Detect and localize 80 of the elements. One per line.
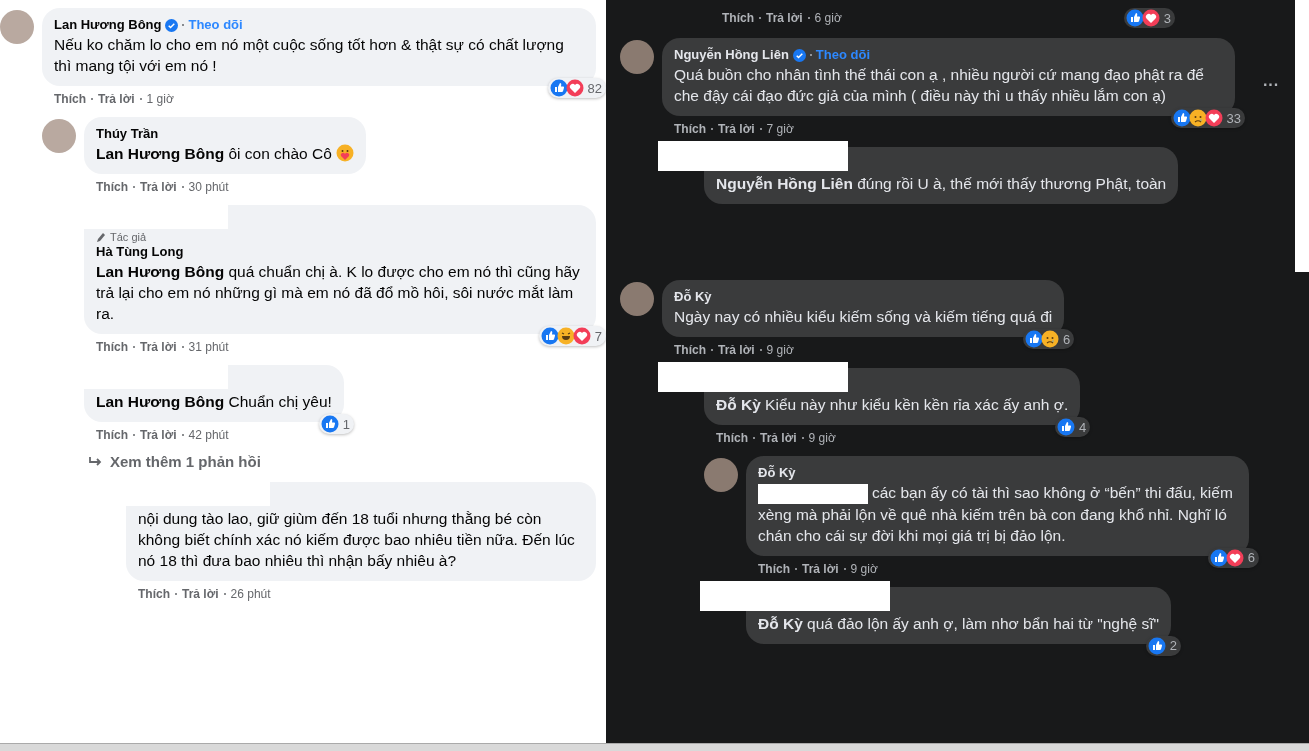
like-reaction-icon xyxy=(549,79,568,97)
comment-text: Lan Hương Bông ôi con chào Cô xyxy=(96,143,354,164)
avatar[interactable] xyxy=(704,458,738,492)
avatar[interactable] xyxy=(620,282,654,316)
author-name[interactable]: Đỗ Kỳ xyxy=(674,288,712,306)
comment-text: Lan Hương Bông Chuẩn chị yêu! xyxy=(96,392,332,412)
timestamp[interactable]: 31 phút xyxy=(188,339,229,355)
like-reaction-icon xyxy=(320,415,339,433)
reply-link[interactable]: Trả lời xyxy=(802,560,839,577)
like-reaction-icon xyxy=(540,327,559,345)
reply-link[interactable]: Trả lời xyxy=(140,179,177,195)
like-reaction-icon xyxy=(1125,9,1144,27)
author-tag: Tác giả xyxy=(110,231,147,243)
pencil-icon xyxy=(96,231,106,243)
author-name[interactable]: Lan Hương Bông xyxy=(54,16,162,34)
like-link[interactable]: Thích xyxy=(138,586,170,602)
comment-text: Đỗ Kỳ quá đảo lộn ấy anh ợ, làm nhơ bẩn hai từ "nghệ sĩ" xyxy=(758,613,1160,634)
timestamp[interactable]: 9 giờ xyxy=(850,560,878,577)
author-name[interactable]: Hà Tùng Long xyxy=(96,243,184,261)
follow-link[interactable]: Theo dõi xyxy=(815,46,870,64)
reaction-badge[interactable]: 7 xyxy=(538,326,606,346)
reply-link[interactable]: Trả lời xyxy=(766,10,803,26)
timestamp[interactable]: 26 phút xyxy=(230,586,271,602)
comment-text: Nguyễn Hồng Liên đúng rồi U à, thế mới thấy thương Phật, toàn xyxy=(716,174,1167,194)
comment-text: Đỗ Kỳ Kiểu này như kiểu kền kền rỉa xác ấy anh ợ. xyxy=(716,395,1069,415)
reply-link[interactable]: Trả lời xyxy=(98,91,135,107)
like-reaction-icon xyxy=(1209,548,1228,567)
like-link[interactable]: Thích xyxy=(96,339,128,355)
reaction-badge[interactable]: 6 xyxy=(1023,329,1075,349)
timestamp[interactable]: 9 giờ xyxy=(808,430,836,446)
reply-link[interactable]: Trả lời xyxy=(760,430,797,446)
comment-text: Quá buồn cho nhân tình thế thái con ạ , nhiều người cứ mang đạo phật ra để che đậy cái đạo đức giả của mình ( điều này thì u thấy nhiều lắm con ạ) xyxy=(674,65,1205,106)
reply-link[interactable]: Trả lời xyxy=(718,121,755,137)
love-reaction-icon xyxy=(1225,548,1244,567)
like-link[interactable]: Thích xyxy=(722,10,754,26)
like-reaction-icon xyxy=(1057,418,1076,436)
timestamp[interactable]: 9 giờ xyxy=(766,342,794,358)
comment-text: các bạn ấy có tài thì sao không ở “bến” thi đấu, kiếm xèng mà phải lộn về quê nhà kiếm trên bà con đang khổ nhỉ. Nghĩ ló chán cho cái sự đời khi mọi giá trị bị đảo lộn. xyxy=(758,482,1234,546)
love-reaction-icon xyxy=(572,327,591,345)
haha-reaction-icon xyxy=(556,327,575,345)
comment-text: Lan Hương Bông quá chuẩn chị à. K lo được cho em nó thì cũng hãy trả lại cho em nó những gì mà em nó đã đổ mồ hôi, sôi nước mắt làm ra. xyxy=(96,262,581,324)
comment-text: Ngày nay có nhiều kiểu kiếm sống và kiếm tiếng quá đi xyxy=(674,307,1053,327)
avatar[interactable] xyxy=(620,40,654,74)
like-reaction-icon xyxy=(1147,636,1166,655)
like-link[interactable]: Thích xyxy=(54,91,86,107)
reaction-badge[interactable]: 1 xyxy=(318,414,354,434)
like-link[interactable]: Thích xyxy=(96,179,128,195)
love-reaction-icon xyxy=(1141,9,1160,27)
author-name[interactable]: Thúy Trần xyxy=(96,125,159,143)
like-reaction-icon xyxy=(1025,330,1043,348)
reply-link[interactable]: Trả lời xyxy=(182,586,219,602)
timestamp[interactable]: 42 phút xyxy=(188,427,229,443)
comment-text: Nếu ko chăm lo cho em nó một cuộc sống tốt hơn & thật sự có chất lượng thì mang tội với em nó ! xyxy=(54,35,565,76)
like-link[interactable]: Thích xyxy=(674,121,706,137)
love-reaction-icon xyxy=(1204,109,1223,127)
reaction-badge[interactable]: 3 xyxy=(1123,8,1175,28)
like-link[interactable]: Thích xyxy=(96,427,128,443)
timestamp[interactable]: 7 giờ xyxy=(766,121,794,137)
comment-text: nội dung tào lao, giữ giùm đến 18 tuổi nhưng thằng bé còn không biết chính xác nó kiếm được bao nhiêu tiền nữa. Đến lúc nó 18 thì đưa bao nhiêu thì nhận bấy nhiêu à? xyxy=(138,509,576,571)
like-link[interactable]: Thích xyxy=(674,342,706,358)
view-more-replies-link[interactable]: Xem thêm 1 phản hồi xyxy=(84,443,261,472)
sad-reaction-icon xyxy=(1188,109,1207,127)
like-link[interactable]: Thích xyxy=(716,430,748,446)
sad-reaction-icon xyxy=(1041,330,1059,348)
author-name[interactable]: Nguyễn Hồng Liên xyxy=(674,46,789,64)
reaction-badge[interactable]: 82 xyxy=(547,78,606,98)
like-reaction-icon xyxy=(1172,109,1191,127)
timestamp[interactable]: 6 giờ xyxy=(814,10,842,26)
reply-link[interactable]: Trả lời xyxy=(718,342,755,358)
like-link[interactable]: Thích xyxy=(758,560,790,577)
love-reaction-icon xyxy=(565,79,584,97)
reaction-badge[interactable]: 4 xyxy=(1055,417,1091,437)
author-name[interactable]: Đỗ Kỳ xyxy=(758,464,796,482)
reply-arrow-icon xyxy=(88,455,102,468)
reaction-badge[interactable]: 33 xyxy=(1170,108,1245,128)
timestamp[interactable]: 30 phút xyxy=(188,179,229,195)
timestamp[interactable]: 1 giờ xyxy=(146,91,174,107)
reply-link[interactable]: Trả lời xyxy=(140,427,177,443)
reply-link[interactable]: Trả lời xyxy=(140,339,177,355)
more-options-button[interactable]: ··· xyxy=(1263,76,1279,94)
